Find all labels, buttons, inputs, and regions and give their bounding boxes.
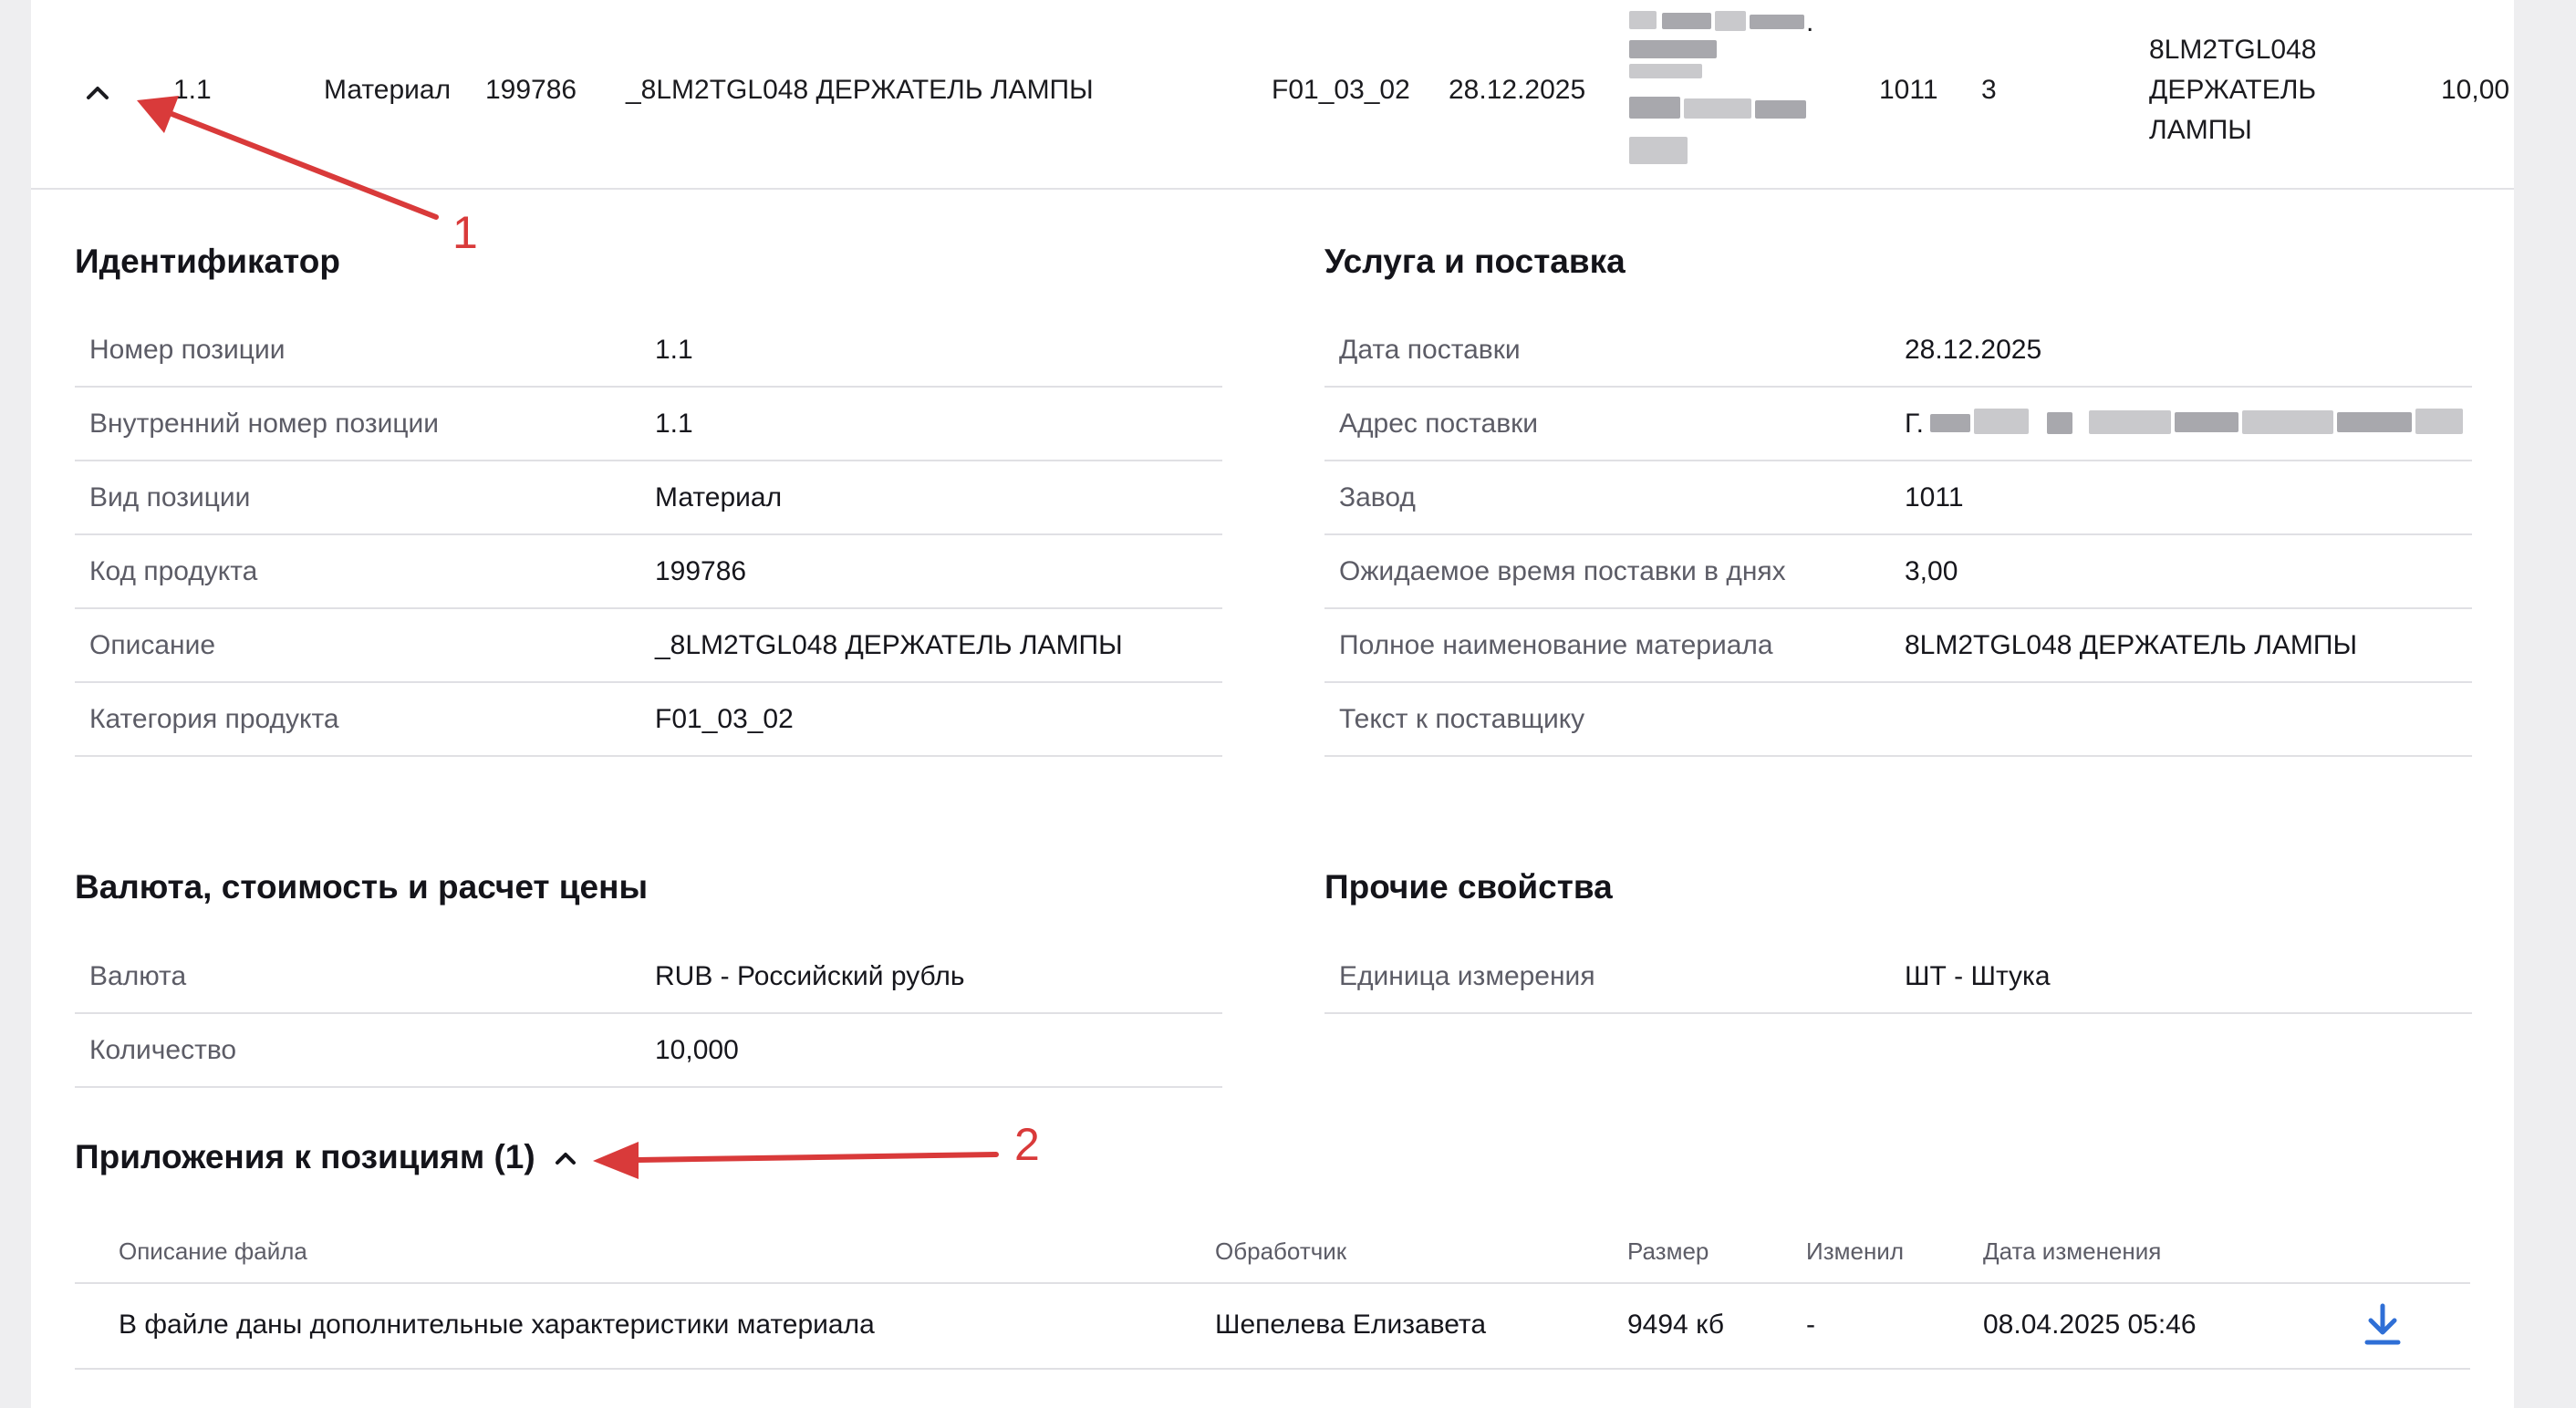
annotation-number-1: 1 <box>452 207 478 258</box>
annotation-number-2: 2 <box>1014 1119 1040 1170</box>
annotation-arrows <box>137 96 999 1179</box>
